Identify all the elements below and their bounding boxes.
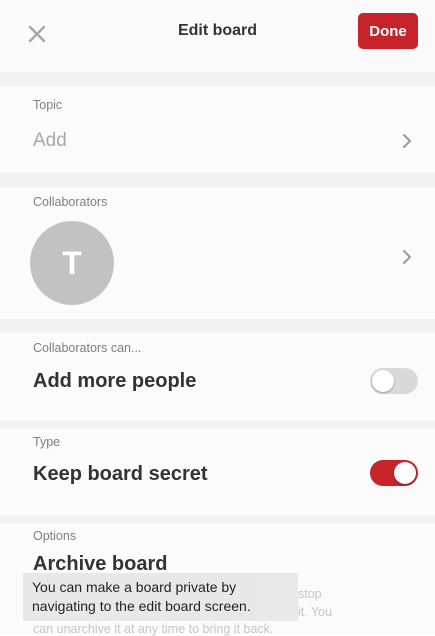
add-more-people-toggle[interactable] [370, 368, 418, 394]
archive-description-fragment: it. You [298, 605, 333, 619]
type-label: Type [33, 435, 61, 449]
type-row: Type Keep board secret [0, 429, 435, 515]
options-label: Options [33, 529, 77, 543]
keep-board-secret-toggle[interactable] [370, 460, 418, 486]
collaborators-row[interactable]: Collaborators T [0, 187, 435, 319]
collaborators-permission-row: Collaborators can... Add more people [0, 333, 435, 421]
divider [0, 173, 435, 187]
collaborators-can-label: Collaborators can... [33, 341, 142, 355]
archive-description-fragment: stop [298, 587, 322, 601]
divider [0, 72, 435, 86]
top-bar: Edit board Done [0, 0, 435, 72]
close-button[interactable] [25, 22, 49, 46]
caption-line: navigating to the edit board screen. [32, 598, 251, 614]
avatar[interactable]: T [30, 221, 114, 305]
toggle-knob [372, 370, 394, 392]
topic-value: Add [33, 130, 67, 151]
divider [0, 319, 435, 333]
keep-board-secret-label: Keep board secret [33, 463, 208, 485]
collaborators-label: Collaborators [33, 195, 108, 209]
topic-row[interactable]: Topic Add [0, 86, 435, 173]
add-more-people-label: Add more people [33, 370, 197, 392]
caption-line: You can make a board private by [32, 579, 237, 595]
toggle-knob [394, 462, 416, 484]
done-button[interactable]: Done [358, 13, 418, 49]
chevron-right-icon[interactable] [401, 248, 413, 266]
caption-overlay: You can make a board private by navigati… [23, 573, 298, 621]
chevron-right-icon[interactable] [401, 132, 413, 150]
topic-label: Topic [33, 98, 63, 112]
close-icon [28, 25, 46, 43]
